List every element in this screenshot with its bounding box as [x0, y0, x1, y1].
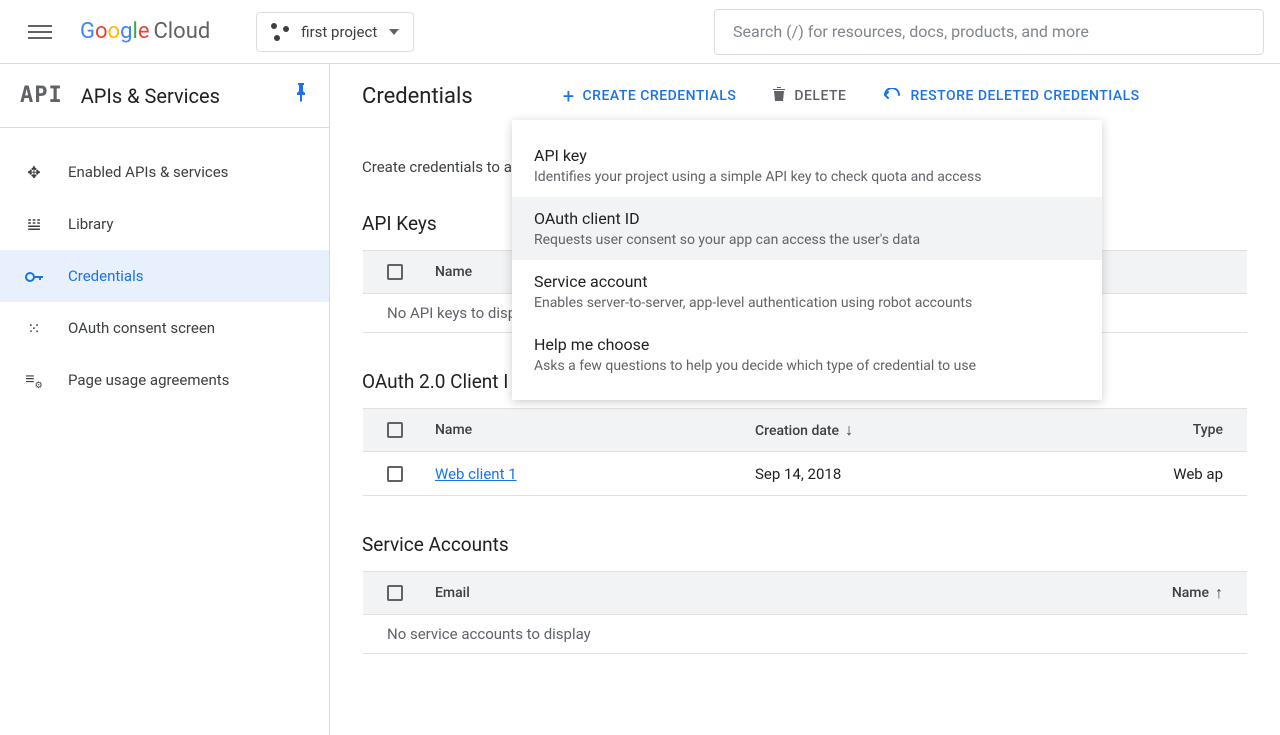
sidebar-nav: ✥ Enabled APIs & services 𝍎 Library Cred…	[0, 128, 329, 406]
sidebar: API APIs & Services ✥ Enabled APIs & ser…	[0, 64, 330, 735]
create-credentials-dropdown: API key Identifies your project using a …	[512, 120, 1102, 400]
sidebar-header: API APIs & Services	[0, 64, 329, 128]
dropdown-help-choose[interactable]: Help me choose Asks a few questions to h…	[512, 323, 1102, 386]
oauth-header: Name Creation date↓ Type	[363, 408, 1247, 452]
dropdown-api-key[interactable]: API key Identifies your project using a …	[512, 134, 1102, 197]
select-all-checkbox[interactable]	[387, 264, 403, 280]
key-icon	[24, 267, 44, 286]
client-type: Web ap	[1173, 465, 1223, 483]
api-logo: API	[20, 83, 63, 108]
main-content: Credentials + CREATE CREDENTIALS DELETE	[330, 64, 1280, 735]
restore-button[interactable]: RESTORE DELETED CREDENTIALS	[882, 86, 1139, 107]
oauth-table: Name Creation date↓ Type Web client 1 Se…	[362, 407, 1248, 497]
col-email[interactable]: Email	[435, 585, 1035, 601]
select-all-checkbox[interactable]	[387, 585, 403, 601]
nav-credentials[interactable]: Credentials	[0, 250, 329, 302]
plus-icon: +	[563, 86, 575, 106]
delete-button[interactable]: DELETE	[772, 86, 846, 106]
project-name: first project	[301, 23, 377, 41]
service-table: Email Name↑ No service accounts to displ…	[362, 570, 1248, 655]
col-name[interactable]: Name	[435, 422, 755, 438]
search-input[interactable]: Search (/) for resources, docs, products…	[714, 9, 1264, 55]
sort-desc-icon: ↓	[845, 420, 853, 439]
row-checkbox[interactable]	[387, 466, 403, 482]
nav-enabled-apis[interactable]: ✥ Enabled APIs & services	[0, 146, 329, 198]
creation-date: Sep 14, 2018	[755, 465, 1055, 483]
table-row[interactable]: Web client 1 Sep 14, 2018 Web ap	[363, 452, 1247, 496]
oauth-client-link[interactable]: Web client 1	[435, 465, 517, 483]
project-icon	[271, 23, 289, 41]
header-actions: + CREATE CREDENTIALS DELETE RESTORE DELE…	[563, 86, 1140, 107]
create-credentials-button[interactable]: + CREATE CREDENTIALS	[563, 86, 737, 106]
topbar: Google Cloud first project Search (/) fo…	[0, 0, 1280, 64]
dropdown-service-account[interactable]: Service account Enables server-to-server…	[512, 260, 1102, 323]
pin-icon[interactable]	[293, 83, 309, 108]
nav-oauth-consent[interactable]: ⁙ OAuth consent screen	[0, 302, 329, 354]
undo-icon	[882, 86, 902, 107]
service-header: Email Name↑	[363, 571, 1247, 615]
col-name[interactable]: Name↑	[1172, 583, 1223, 603]
col-type[interactable]: Type	[1193, 422, 1223, 438]
list-gear-icon: ≡⚙	[24, 369, 44, 391]
search-placeholder: Search (/) for resources, docs, products…	[733, 22, 1089, 41]
project-selector[interactable]: first project	[256, 12, 414, 52]
select-all-checkbox[interactable]	[387, 422, 403, 438]
col-date[interactable]: Creation date↓	[755, 420, 1055, 440]
dropdown-oauth-client[interactable]: OAuth client ID Requests user consent so…	[512, 197, 1102, 260]
page-title: Credentials	[362, 84, 473, 109]
trash-icon	[772, 86, 786, 106]
service-accounts-title: Service Accounts	[362, 533, 1248, 556]
google-cloud-logo[interactable]: Google Cloud	[80, 19, 210, 44]
hamburger-menu-icon[interactable]	[16, 8, 64, 56]
sort-asc-icon: ↑	[1215, 583, 1223, 603]
nav-library[interactable]: 𝍎 Library	[0, 198, 329, 250]
diamond-icon: ✥	[24, 163, 44, 182]
service-empty: No service accounts to display	[363, 615, 1247, 654]
nav-agreements[interactable]: ≡⚙ Page usage agreements	[0, 354, 329, 406]
sidebar-title: APIs & Services	[81, 84, 275, 108]
consent-icon: ⁙	[24, 319, 44, 338]
library-icon: 𝍎	[24, 215, 44, 234]
page-header: Credentials + CREATE CREDENTIALS DELETE	[362, 64, 1248, 128]
caret-down-icon	[389, 29, 399, 35]
